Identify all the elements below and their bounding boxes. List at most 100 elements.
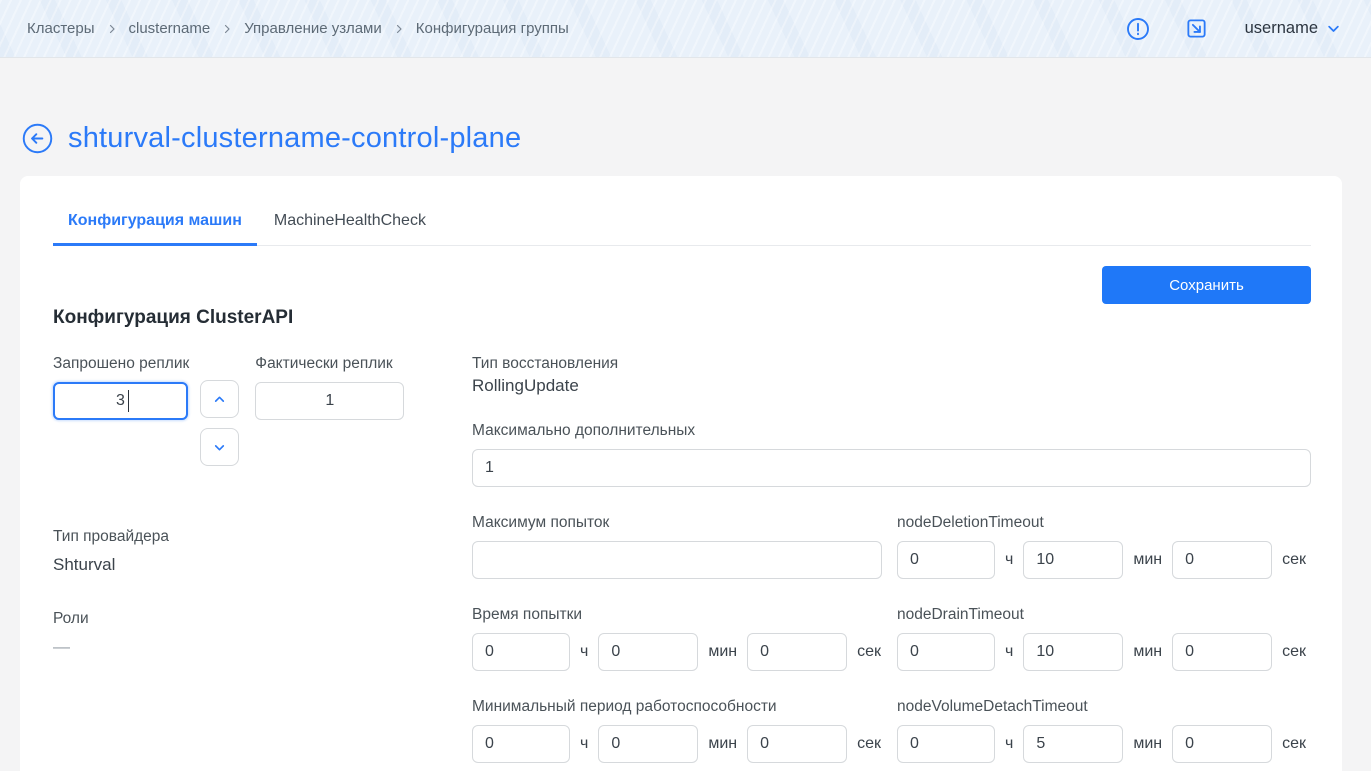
minutes-unit-label: мин	[1133, 551, 1162, 569]
node-deletion-timeout-group: ч мин сек	[897, 541, 1311, 579]
min-ready-seconds-input[interactable]	[747, 725, 847, 763]
provider-type-label: Тип провайдера	[53, 528, 403, 546]
topbar-right: username	[1126, 17, 1341, 41]
node-volume-detach-minutes-input[interactable]	[1023, 725, 1123, 763]
node-drain-minutes-input[interactable]	[1023, 633, 1123, 671]
node-drain-timeout-label: nodeDrainTimeout	[897, 606, 1311, 624]
seconds-unit-label: сек	[857, 643, 881, 661]
node-drain-timeout-block: nodeDrainTimeout ч мин сек	[897, 606, 1311, 671]
content-card: Конфигурация машин MachineHealthCheck Со…	[20, 176, 1342, 771]
attempt-time-block: Время попытки ч мин сек	[472, 606, 882, 671]
roles-label: Роли	[53, 610, 403, 628]
arrow-left-circle-icon	[22, 123, 53, 154]
minutes-unit-label: мин	[1133, 735, 1162, 753]
form-right-column: Тип восстановления RollingUpdate Максима…	[472, 355, 1311, 763]
username-label: username	[1245, 19, 1318, 38]
alert-circle-icon[interactable]	[1126, 17, 1150, 41]
save-button[interactable]: Сохранить	[1102, 266, 1311, 304]
hours-unit-label: ч	[580, 735, 588, 753]
seconds-unit-label: сек	[1282, 551, 1306, 569]
user-menu[interactable]: username	[1245, 19, 1341, 38]
requested-replicas-input[interactable]	[53, 382, 188, 420]
save-row: Сохранить	[53, 266, 1311, 304]
recovery-type-block: Тип восстановления RollingUpdate	[472, 355, 1311, 396]
minutes-unit-label: мин	[708, 643, 737, 661]
min-ready-hours-input[interactable]	[472, 725, 570, 763]
form-row-2: Время попытки ч мин сек nodeDrainTimeout	[472, 606, 1311, 671]
node-deletion-timeout-block: nodeDeletionTimeout ч мин сек	[897, 514, 1311, 579]
minutes-unit-label: мин	[1133, 643, 1162, 661]
attempt-time-seconds-input[interactable]	[747, 633, 847, 671]
form-row-3: Минимальный период работоспособности ч м…	[472, 698, 1311, 763]
external-link-icon[interactable]	[1185, 17, 1209, 41]
node-drain-timeout-group: ч мин сек	[897, 633, 1311, 671]
min-ready-period-label: Минимальный период работоспособности	[472, 698, 882, 716]
node-deletion-hours-input[interactable]	[897, 541, 995, 579]
node-drain-hours-input[interactable]	[897, 633, 995, 671]
seconds-unit-label: сек	[1282, 643, 1306, 661]
node-deletion-minutes-input[interactable]	[1023, 541, 1123, 579]
requested-replicas-label: Запрошено реплик	[53, 355, 189, 373]
provider-type-block: Тип провайдера Shturval	[53, 528, 403, 575]
tab-machine-health-check[interactable]: MachineHealthCheck	[259, 200, 441, 246]
topbar: Кластеры clustername Управление узлами К…	[0, 0, 1371, 58]
breadcrumb-item-group-config: Конфигурация группы	[416, 20, 569, 37]
min-ready-minutes-input[interactable]	[598, 725, 698, 763]
min-ready-period-block: Минимальный период работоспособности ч м…	[472, 698, 882, 763]
chevron-right-icon	[393, 23, 405, 35]
chevron-down-icon	[213, 441, 226, 454]
page-title: shturval-clustername-control-plane	[68, 122, 521, 155]
replicas-stepper	[200, 355, 239, 466]
seconds-unit-label: сек	[857, 735, 881, 753]
hours-unit-label: ч	[1005, 551, 1013, 569]
roles-value: —	[53, 637, 403, 657]
recovery-type-label: Тип восстановления	[472, 355, 1311, 373]
section-heading: Конфигурация ClusterAPI	[53, 307, 1311, 329]
breadcrumb: Кластеры clustername Управление узлами К…	[27, 20, 569, 37]
roles-block: Роли —	[53, 610, 403, 657]
max-surge-block: Максимально дополнительных	[472, 422, 1311, 487]
hours-unit-label: ч	[1005, 643, 1013, 661]
requested-replicas-group: Запрошено реплик	[53, 355, 189, 466]
max-surge-input[interactable]	[472, 449, 1311, 487]
node-volume-detach-hours-input[interactable]	[897, 725, 995, 763]
attempt-time-label: Время попытки	[472, 606, 882, 624]
requested-replicas-wrap	[53, 392, 188, 409]
stepper-down-button[interactable]	[200, 428, 239, 466]
node-deletion-seconds-input[interactable]	[1172, 541, 1272, 579]
attempt-time-hours-input[interactable]	[472, 633, 570, 671]
tab-machine-config[interactable]: Конфигурация машин	[53, 200, 257, 246]
node-deletion-timeout-label: nodeDeletionTimeout	[897, 514, 1311, 532]
hours-unit-label: ч	[1005, 735, 1013, 753]
max-attempts-input[interactable]	[472, 541, 882, 579]
breadcrumb-item-node-management[interactable]: Управление узлами	[244, 20, 382, 37]
node-volume-detach-timeout-block: nodeVolumeDetachTimeout ч мин сек	[897, 698, 1311, 763]
actual-replicas-group: Фактически реплик	[255, 355, 404, 466]
page-title-row: shturval-clustername-control-plane	[22, 122, 1371, 155]
chevron-right-icon	[106, 23, 118, 35]
node-drain-seconds-input[interactable]	[1172, 633, 1272, 671]
max-attempts-block: Максимум попыток	[472, 514, 882, 579]
seconds-unit-label: сек	[1282, 735, 1306, 753]
max-surge-label: Максимально дополнительных	[472, 422, 1311, 440]
form-left-column: Запрошено реплик Фактически реплик	[53, 355, 403, 763]
stepper-up-button[interactable]	[200, 380, 239, 418]
actual-replicas-label: Фактически реплик	[255, 355, 404, 373]
actual-replicas-input[interactable]	[255, 382, 404, 420]
form-row-1: Максимум попыток nodeDeletionTimeout ч м…	[472, 514, 1311, 579]
tab-bar: Конфигурация машин MachineHealthCheck	[53, 176, 1311, 246]
node-volume-detach-timeout-group: ч мин сек	[897, 725, 1311, 763]
max-attempts-label: Максимум попыток	[472, 514, 882, 532]
attempt-time-minutes-input[interactable]	[598, 633, 698, 671]
recovery-type-value: RollingUpdate	[472, 376, 1311, 396]
minutes-unit-label: мин	[708, 735, 737, 753]
cluster-api-form: Запрошено реплик Фактически реплик	[53, 355, 1311, 763]
chevron-down-icon	[1326, 21, 1341, 36]
back-button[interactable]	[22, 123, 53, 154]
breadcrumb-item-clustername[interactable]: clustername	[129, 20, 211, 37]
replicas-row: Запрошено реплик Фактически реплик	[53, 355, 403, 466]
breadcrumb-item-clusters[interactable]: Кластеры	[27, 20, 95, 37]
chevron-right-icon	[221, 23, 233, 35]
node-volume-detach-timeout-label: nodeVolumeDetachTimeout	[897, 698, 1311, 716]
node-volume-detach-seconds-input[interactable]	[1172, 725, 1272, 763]
